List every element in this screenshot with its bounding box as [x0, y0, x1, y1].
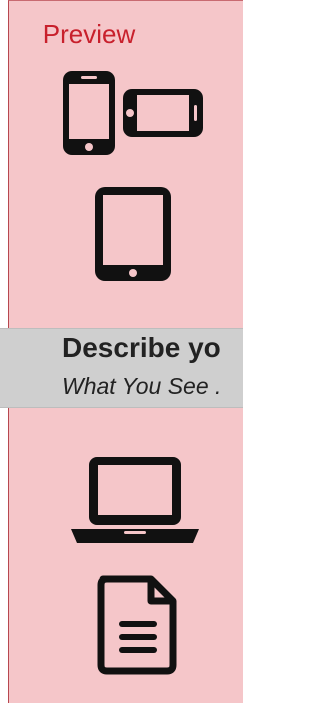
preview-title: Preview — [42, 19, 136, 49]
laptop-icon — [71, 457, 199, 543]
preview-page: Preview Describe yo What You See . — [0, 0, 243, 703]
caption-subtitle: What You See . — [62, 373, 222, 399]
document-icon — [97, 575, 177, 675]
phone-landscape-icon — [123, 89, 203, 137]
phone-portrait-icon — [63, 71, 115, 155]
caption-title: Describe yo — [62, 332, 221, 363]
tablet-icon — [95, 187, 171, 281]
